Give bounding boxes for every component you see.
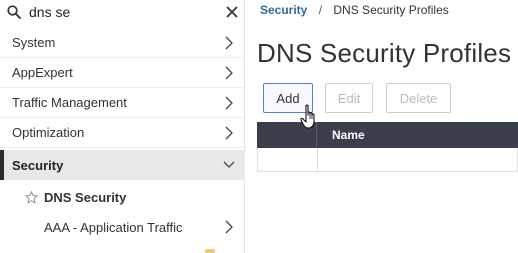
sidebar: System AppExpert Traffic Management Opti…	[0, 0, 245, 253]
search-input[interactable]	[29, 3, 214, 21]
main-content: Security / DNS Security Profiles DNS Sec…	[246, 0, 518, 253]
sidebar-item-label: Traffic Management	[12, 95, 127, 110]
sidebar-item-appexpert[interactable]: AppExpert	[0, 58, 245, 88]
chevron-right-icon	[225, 126, 233, 140]
breadcrumb-link-security[interactable]: Security	[260, 3, 307, 17]
edit-button[interactable]: Edit	[325, 83, 373, 113]
chevron-right-icon	[225, 96, 233, 110]
close-icon[interactable]	[225, 5, 239, 19]
table-row	[257, 148, 518, 172]
search-bar	[0, 0, 245, 26]
sidebar-item-label: Optimization	[12, 125, 85, 140]
chevron-right-icon	[225, 66, 233, 80]
column-header-name[interactable]: Name	[332, 128, 365, 142]
sidebar-item-optimization[interactable]: Optimization	[0, 118, 245, 148]
scroll-indicator	[205, 249, 215, 253]
delete-button[interactable]: Delete	[386, 83, 451, 113]
star-icon[interactable]	[25, 191, 38, 204]
chevron-down-icon	[223, 161, 235, 168]
chevron-right-icon	[225, 220, 233, 234]
sidebar-item-label: AAA - Application Traffic	[44, 219, 183, 235]
hand-pointer-icon	[300, 104, 315, 129]
chevron-right-icon	[225, 36, 233, 50]
breadcrumb-separator: /	[318, 3, 323, 17]
sidebar-item-label: System	[12, 35, 56, 50]
table-header: Name	[257, 122, 518, 148]
sidebar-item-aaa-application-traffic[interactable]: AAA - Application Traffic	[0, 212, 245, 242]
sidebar-item-label: Security	[12, 157, 64, 173]
search-icon	[7, 5, 21, 19]
profiles-table: Name	[257, 122, 518, 172]
page-title: DNS Security Profiles	[257, 38, 512, 68]
breadcrumb-current: DNS Security Profiles	[333, 3, 449, 17]
sidebar-item-security[interactable]: Security	[0, 150, 245, 180]
sidebar-item-dns-security[interactable]: DNS Security	[0, 182, 245, 212]
sidebar-item-traffic-management[interactable]: Traffic Management	[0, 88, 245, 118]
sidebar-item-label: AppExpert	[12, 65, 73, 80]
row-select-cell	[258, 148, 318, 171]
sidebar-item-label: DNS Security	[44, 189, 127, 205]
breadcrumb: Security / DNS Security Profiles	[260, 3, 449, 17]
sidebar-item-system[interactable]: System	[0, 28, 245, 58]
